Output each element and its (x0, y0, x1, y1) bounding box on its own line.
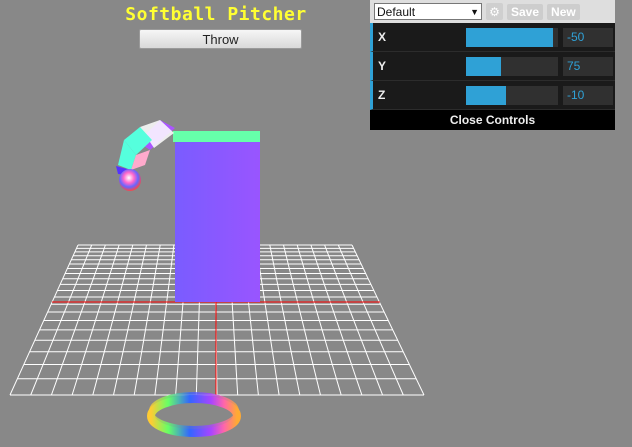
grid-line (337, 244, 404, 396)
preset-value: Default (377, 4, 416, 19)
y-slider[interactable] (466, 56, 558, 76)
pitcher-body (173, 131, 260, 302)
controls-panel: Default ▼ ⚙ Save New X -50 Y 75 Z -10 Cl… (370, 0, 615, 130)
grid-line (113, 244, 147, 396)
preset-bar: Default ▼ ⚙ Save New (370, 0, 615, 23)
slider-fill (466, 56, 501, 76)
slider-fill (466, 27, 554, 47)
y-value-input[interactable]: 75 (563, 56, 613, 76)
dropdown-arrow-icon: ▼ (470, 6, 479, 17)
grid-line (351, 244, 425, 396)
grid-line (92, 244, 134, 396)
grid-line (154, 244, 175, 396)
new-button[interactable]: New (547, 3, 580, 20)
grid-line (310, 244, 363, 396)
control-label: X (378, 30, 387, 44)
grid-line (269, 244, 301, 396)
grid-line (296, 244, 342, 396)
target-ring (147, 392, 241, 437)
save-button[interactable]: Save (507, 3, 544, 20)
control-label: Z (378, 88, 386, 102)
control-row-x: X -50 (370, 23, 615, 52)
x-value-input[interactable]: -50 (563, 27, 613, 47)
pitcher-arm (116, 120, 175, 176)
grid-line (283, 244, 321, 396)
grid-line (71, 244, 120, 396)
x-slider[interactable] (466, 27, 558, 47)
slider-fill (466, 85, 507, 105)
gear-icon[interactable]: ⚙ (486, 3, 503, 20)
control-row-y: Y 75 (370, 52, 615, 81)
close-controls-button[interactable]: Close Controls (370, 110, 615, 130)
grid-line (9, 244, 79, 396)
z-value-input[interactable]: -10 (563, 85, 613, 105)
grid-line (324, 244, 384, 396)
grid-line (133, 244, 161, 396)
z-slider[interactable] (466, 85, 558, 105)
grid-line (30, 244, 93, 396)
preset-select[interactable]: Default ▼ (374, 3, 482, 20)
control-row-z: Z -10 (370, 81, 615, 110)
grid-line (50, 244, 106, 396)
softball (119, 169, 141, 191)
control-label: Y (378, 59, 387, 73)
